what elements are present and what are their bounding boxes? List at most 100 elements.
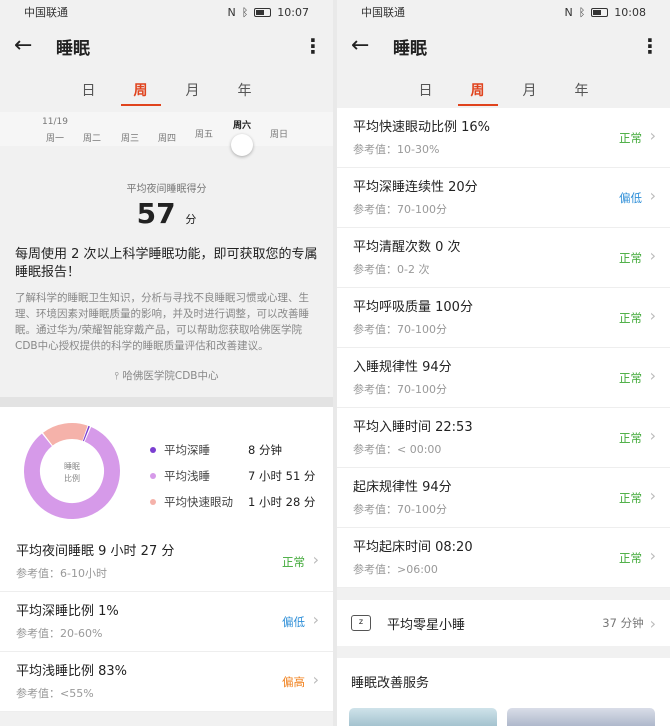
metric-row[interactable]: 平均浅睡比例 83% 参考值：<55% 偏高 › <box>0 652 333 712</box>
metric-status: 正常 <box>619 491 642 505</box>
metric-title: 平均浅睡比例 83% <box>16 664 128 679</box>
metric-row[interactable]: 平均深睡比例 1% 参考值：20-60% 偏低 › <box>0 592 333 652</box>
metric-status: 正常 <box>619 251 642 265</box>
more-options-icon[interactable]: ⋮ <box>640 34 660 58</box>
tab-year[interactable]: 年 <box>556 68 608 112</box>
metric-status: 偏低 <box>282 615 305 629</box>
metric-reference: 参考值：>06:00 <box>353 563 438 576</box>
day-fri[interactable]: 周五 <box>187 127 221 140</box>
day-tue[interactable]: 周二 <box>75 131 109 144</box>
chevron-right-icon: › <box>312 610 319 629</box>
promo-headline: 每周使用 2 次以上科学睡眠功能，即可获取您的专属睡眠报告！ <box>15 247 318 280</box>
metric-reference: 参考值：< 00:00 <box>353 443 442 456</box>
metric-reference: 参考值：70-100分 <box>353 503 447 516</box>
nap-icon: z <box>351 615 371 631</box>
legend-name: 平均深睡 <box>164 443 210 457</box>
metric-title: 平均入睡时间 22:53 <box>353 420 473 435</box>
cdb-source: ⫯ 哈佛医学院CDB中心 <box>15 354 318 397</box>
metric-row[interactable]: 平均深睡连续性 20分 参考值：70-100分 偏低 › <box>337 168 670 228</box>
chevron-right-icon: › <box>312 550 319 569</box>
metric-reference: 参考值：20-60% <box>16 627 103 640</box>
right-metric-list: 平均快速眼动比例 16% 参考值：10-30% 正常 › 平均深睡连续性 20分 参考值：… <box>337 108 670 588</box>
metric-status: 正常 <box>619 431 642 445</box>
metric-row[interactable]: 平均入睡时间 22:53 参考值：< 00:00 正常 › <box>337 408 670 468</box>
services-section: 睡眠改善服务 <box>337 658 670 726</box>
tab-week[interactable]: 周 <box>452 68 504 112</box>
nap-value: 37 分钟 <box>602 616 644 630</box>
left-metric-list: 平均夜间睡眠 9 小时 27 分参考值：6-10小时 正常 › 平均深睡比例 1% 参考… <box>0 532 333 712</box>
report-promo: 每周使用 2 次以上科学睡眠功能，即可获取您的专属睡眠报告！ 了解科学的睡眠卫生… <box>0 246 333 397</box>
metric-row[interactable]: 平均快速眼动比例 16% 参考值：10-30% 正常 › <box>337 108 670 168</box>
day-mon[interactable]: 周一 <box>38 131 72 144</box>
score-value: 57 分 <box>0 197 333 230</box>
services-title: 睡眠改善服务 <box>351 676 430 691</box>
cdb-label: 哈佛医学院CDB中心 <box>122 370 219 382</box>
status-bar: 中国联通 Ν ᛒ 10:08 <box>337 0 670 24</box>
metric-status: 正常 <box>619 371 642 385</box>
metric-row[interactable]: 平均夜间睡眠 9 小时 27 分参考值：6-10小时 正常 › <box>0 532 333 592</box>
metric-row[interactable]: 平均清醒次数 0 次参考值：0-2 次 正常 › <box>337 228 670 288</box>
nap-row[interactable]: z 平均零星小睡 37 分钟 › <box>337 600 670 646</box>
donut-area: 睡眠 比例 平均深睡 8 分钟 平均浅睡 7 小时 51 分 平均快速眼动 1 小时 … <box>0 407 333 532</box>
metric-reference: 参考值：0-2 次 <box>353 263 430 276</box>
tab-month[interactable]: 月 <box>504 68 556 112</box>
metric-reference: 参考值：6-10小时 <box>16 567 107 580</box>
period-tabs: 日 周 月 年 <box>337 68 670 112</box>
legend-name: 平均浅睡 <box>164 469 210 483</box>
tab-day[interactable]: 日 <box>400 68 452 112</box>
tab-year[interactable]: 年 <box>219 68 271 112</box>
back-arrow-icon[interactable]: ← <box>351 35 375 57</box>
left-screen: 中国联通 Ν ᛒ 10:07 ← 睡眠 ⋮ 日 周 月 年 11/19 周一 周… <box>0 0 333 726</box>
status-icons: Ν ᛒ 10:07 <box>227 6 309 19</box>
metric-status: 偏低 <box>619 191 642 205</box>
chevron-right-icon: › <box>649 306 656 325</box>
score-section: 平均夜间睡眠得分 57 分 <box>0 146 333 246</box>
metric-reference: 参考值：<55% <box>16 687 94 700</box>
metric-title: 平均深睡连续性 20分 <box>353 180 478 195</box>
legend-dot <box>150 447 156 453</box>
page-title: 睡眠 <box>393 38 427 59</box>
nfc-icon: Ν <box>564 5 573 19</box>
carrier-label: 中国联通 <box>24 6 68 19</box>
service-card-2[interactable] <box>507 708 655 726</box>
day-sun[interactable]: 周日 <box>262 127 296 140</box>
day-sat[interactable]: 周六 <box>225 118 259 131</box>
metric-row[interactable]: 起床规律性 94分 参考值：70-100分 正常 › <box>337 468 670 528</box>
metric-row[interactable]: 平均呼吸质量 100分 参考值：70-100分 正常 › <box>337 288 670 348</box>
legend-dot <box>150 499 156 505</box>
legend-item-light: 平均浅睡 7 小时 51 分 <box>150 463 315 489</box>
chevron-right-icon: › <box>649 426 656 445</box>
legend-item-deep: 平均深睡 8 分钟 <box>150 437 315 463</box>
more-options-icon[interactable]: ⋮ <box>303 34 323 58</box>
metric-title: 平均清醒次数 0 次 <box>353 240 461 255</box>
legend-value: 7 小时 51 分 <box>248 469 316 483</box>
clock: 10:08 <box>614 5 646 19</box>
metric-title: 入睡规律性 94分 <box>353 360 452 375</box>
legend-name: 平均快速眼动 <box>164 495 233 509</box>
chevron-right-icon: › <box>649 126 656 145</box>
chevron-right-icon: › <box>312 670 319 689</box>
nfc-icon: Ν <box>227 5 236 19</box>
metric-row[interactable]: 入睡规律性 94分 参考值：70-100分 正常 › <box>337 348 670 408</box>
back-arrow-icon[interactable]: ← <box>14 35 38 57</box>
metric-row[interactable]: 平均起床时间 08:20 参考值：>06:00 正常 › <box>337 528 670 588</box>
bluetooth-icon: ᛒ <box>578 5 586 19</box>
tab-day[interactable]: 日 <box>63 68 115 112</box>
day-thu[interactable]: 周四 <box>150 131 184 144</box>
promo-body: 了解科学的睡眠卫生知识，分析与寻找不良睡眠习惯或心理、生理、环境因素对睡眠质量的… <box>15 292 309 352</box>
metric-status: 正常 <box>619 131 642 145</box>
service-card-1[interactable] <box>349 708 497 726</box>
selected-day-handle[interactable] <box>231 134 253 156</box>
day-wed[interactable]: 周三 <box>113 131 147 144</box>
tab-week[interactable]: 周 <box>115 68 167 112</box>
metric-status: 偏高 <box>282 675 305 689</box>
clock: 10:07 <box>277 5 309 19</box>
carrier-label: 中国联通 <box>361 6 405 19</box>
tab-month[interactable]: 月 <box>167 68 219 112</box>
sleep-ratio-donut: 睡眠 比例 <box>24 422 120 519</box>
status-bar: 中国联通 Ν ᛒ 10:07 <box>0 0 333 24</box>
metric-status: 正常 <box>619 311 642 325</box>
period-tabs: 日 周 月 年 <box>0 68 333 112</box>
donut-center-line1: 睡眠 <box>64 462 80 471</box>
metric-reference: 参考值：70-100分 <box>353 383 447 396</box>
